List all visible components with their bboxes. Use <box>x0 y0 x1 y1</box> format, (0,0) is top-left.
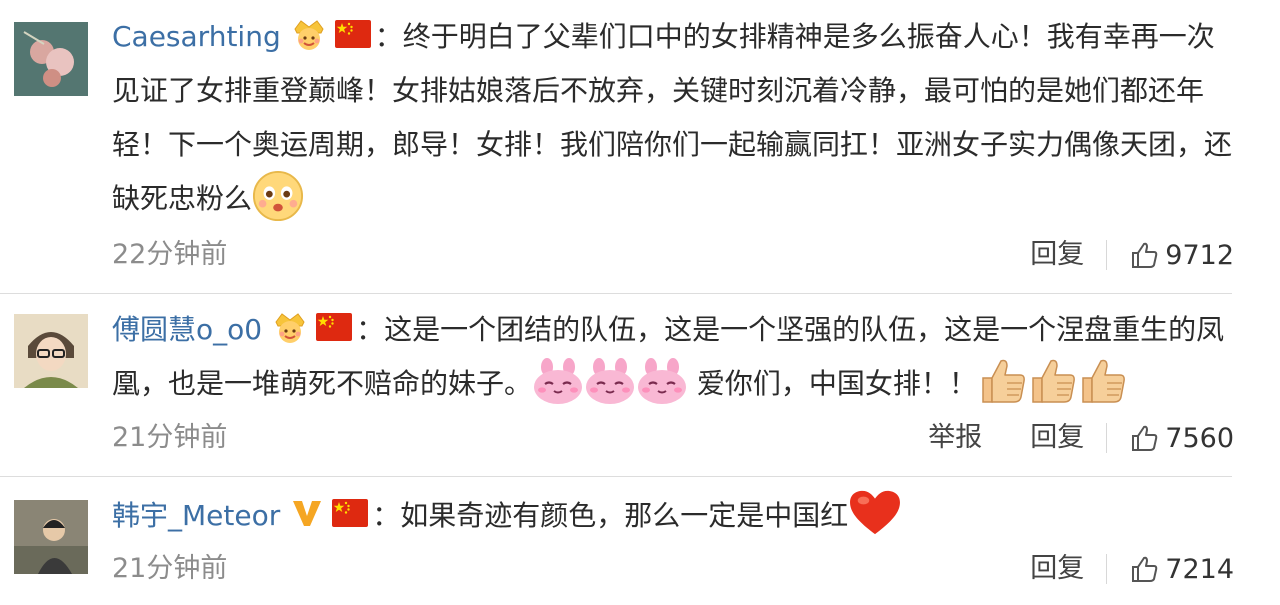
timestamp: 22分钟前 <box>112 239 228 270</box>
red-heart-emoji <box>848 489 902 537</box>
divider <box>0 293 1232 294</box>
report-button[interactable]: 举报 <box>928 418 982 458</box>
pink-bunny-emoji <box>532 357 584 405</box>
comment-text-2: 爱你们，中国女排！！ <box>696 367 977 400</box>
thumbs-up-icon <box>1129 240 1159 270</box>
crown-badge-icon[interactable] <box>272 310 308 344</box>
action-separator <box>1106 240 1108 270</box>
pink-bunny-emoji <box>584 357 636 405</box>
timestamp: 21分钟前 <box>112 422 228 453</box>
action-separator <box>1106 423 1108 453</box>
like-button[interactable]: 7214 <box>1129 554 1234 585</box>
divider <box>0 476 1232 477</box>
thumbs-up-icon <box>1129 554 1159 584</box>
like-count: 9712 <box>1165 239 1234 271</box>
crown-badge-icon[interactable] <box>291 17 327 51</box>
china-flag-icon <box>335 20 371 48</box>
like-count: 7560 <box>1165 422 1234 454</box>
comment-text: ：如果奇迹有颜色，那么一定是中国红 <box>372 499 849 532</box>
reply-button[interactable]: 回复 <box>1030 418 1084 458</box>
like-button[interactable]: 9712 <box>1129 240 1234 271</box>
like-count: 7214 <box>1165 553 1234 585</box>
avatar[interactable] <box>14 22 88 96</box>
avatar[interactable] <box>14 500 88 574</box>
username[interactable]: Caesarhting <box>112 20 281 53</box>
action-separator <box>1106 554 1108 584</box>
username[interactable]: 傅圆慧o_o0 <box>112 313 262 346</box>
verified-v-icon[interactable] <box>290 496 324 530</box>
reply-button[interactable]: 回复 <box>1030 549 1084 589</box>
avatar[interactable] <box>14 314 88 388</box>
china-flag-icon <box>316 313 352 341</box>
thumbs-up-emoji <box>977 356 1027 406</box>
reply-button[interactable]: 回复 <box>1030 235 1084 275</box>
like-button[interactable]: 7560 <box>1129 423 1234 454</box>
timestamp: 21分钟前 <box>112 553 228 584</box>
thumbs-up-emoji <box>1027 356 1077 406</box>
thumbs-up-emoji <box>1077 356 1127 406</box>
thumbs-up-icon <box>1129 423 1159 453</box>
username[interactable]: 韩宇_Meteor <box>112 499 280 532</box>
china-flag-icon <box>332 499 368 527</box>
pink-bunny-emoji <box>636 357 688 405</box>
blushing-face-emoji <box>252 170 304 222</box>
